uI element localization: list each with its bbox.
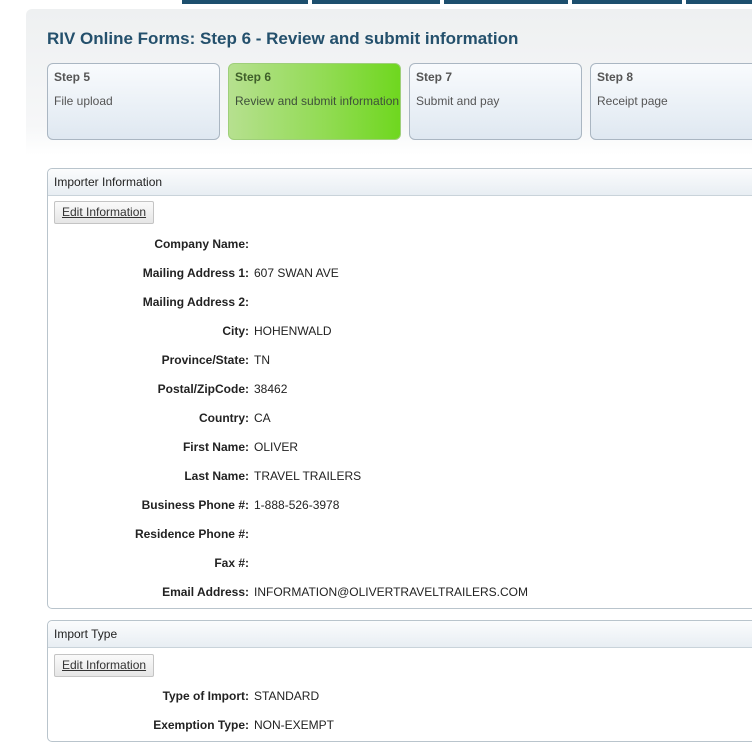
panel-heading: Import Type (48, 621, 752, 648)
field-value: NON-EXEMPT (254, 718, 335, 732)
field-label: Mailing Address 1: (142, 266, 249, 280)
top-nav-segment[interactable] (686, 0, 752, 4)
field-label: Email Address: (162, 585, 249, 599)
step-7-tab[interactable]: Step 7 Submit and pay (409, 63, 582, 140)
field-label: Residence Phone #: (134, 527, 249, 541)
field-label: Postal/ZipCode: (157, 382, 249, 396)
importer-information-panel: Importer Information Edit Information Co… (47, 168, 752, 609)
field-city: City: HOHENWALD (48, 324, 752, 340)
field-postal-zipcode: Postal/ZipCode: 38462 (48, 382, 752, 398)
top-nav-segment[interactable] (444, 0, 568, 4)
field-label: City: (222, 324, 249, 338)
field-residence-phone: Residence Phone #: (48, 527, 752, 543)
top-nav-segment[interactable] (312, 0, 440, 4)
field-label: Business Phone #: (141, 498, 249, 512)
step-number: Step 5 (54, 70, 91, 84)
field-first-name: First Name: OLIVER (48, 440, 752, 456)
field-value: OLIVER (254, 440, 299, 454)
field-type-of-import: Type of Import: STANDARD (48, 689, 752, 705)
field-exemption-type: Exemption Type: NON-EXEMPT (48, 718, 752, 734)
step-number: Step 6 (235, 70, 272, 84)
field-label: Company Name: (154, 237, 249, 251)
import-type-panel: Import Type Edit Information Type of Imp… (47, 620, 752, 742)
field-fax: Fax #: (48, 556, 752, 572)
step-description: Submit and pay (416, 94, 500, 108)
field-label: Fax #: (214, 556, 249, 570)
field-value: 38462 (254, 382, 288, 396)
field-value: CA (254, 411, 271, 425)
page-title: RIV Online Forms: Step 6 - Review and su… (47, 29, 519, 48)
field-business-phone: Business Phone #: 1-888-526-3978 (48, 498, 752, 514)
step-description: Review and submit information (235, 94, 400, 108)
field-value: STANDARD (254, 689, 320, 703)
top-nav-segment[interactable] (182, 0, 308, 4)
field-label: Mailing Address 2: (142, 295, 249, 309)
step-5-tab[interactable]: Step 5 File upload (47, 63, 220, 140)
field-label: Last Name: (184, 469, 249, 483)
edit-information-button[interactable]: Edit Information (54, 201, 155, 224)
field-label: Country: (199, 411, 249, 425)
step-description: File upload (54, 94, 113, 108)
field-mailing-address-1: Mailing Address 1: 607 SWAN AVE (48, 266, 752, 282)
edit-information-button[interactable]: Edit Information (54, 654, 155, 677)
step-number: Step 8 (597, 70, 634, 84)
field-value: INFORMATION@OLIVERTRAVELTRAILERS.COM (254, 585, 528, 599)
step-number: Step 7 (416, 70, 453, 84)
field-label: Province/State: (161, 353, 249, 367)
field-country: Country: CA (48, 411, 752, 427)
field-value: HOHENWALD (254, 324, 332, 338)
field-value: TRAVEL TRAILERS (254, 469, 362, 483)
field-mailing-address-2: Mailing Address 2: (48, 295, 752, 311)
field-label: First Name: (182, 440, 249, 454)
step-description: Receipt page (597, 94, 668, 108)
step-8-tab[interactable]: Step 8 Receipt page (590, 63, 752, 140)
field-email-address: Email Address: INFORMATION@OLIVERTRAVELT… (48, 585, 752, 601)
field-label: Type of Import: (162, 689, 249, 703)
field-company-name: Company Name: (48, 237, 752, 253)
top-nav-segment[interactable] (572, 0, 682, 4)
field-value: 1-888-526-3978 (254, 498, 340, 512)
field-label: Exemption Type: (153, 718, 249, 732)
field-last-name: Last Name: TRAVEL TRAILERS (48, 469, 752, 485)
step-6-tab[interactable]: Step 6 Review and submit information (228, 63, 401, 140)
field-value: 607 SWAN AVE (254, 266, 339, 280)
field-province-state: Province/State: TN (48, 353, 752, 369)
top-nav-bar (0, 0, 752, 4)
field-value: TN (254, 353, 270, 367)
panel-heading: Importer Information (48, 169, 752, 196)
